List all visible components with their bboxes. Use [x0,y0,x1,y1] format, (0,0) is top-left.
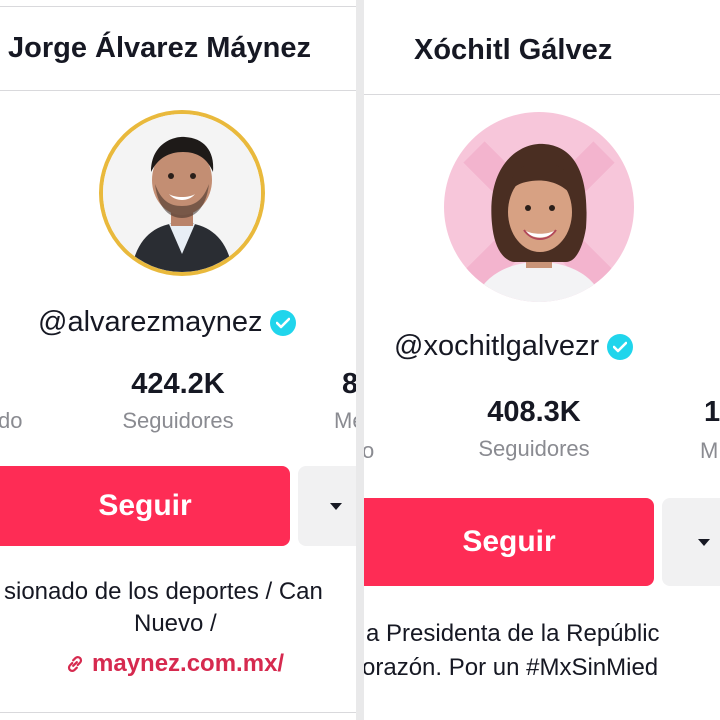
profile-link[interactable]: maynez.com.mx/ [64,650,284,678]
likes-label-fragment: Me [334,408,356,433]
following-label-fragment: do [0,408,23,433]
avatar[interactable] [99,110,265,276]
following-label-fragment: o [364,438,375,463]
profile-handle: @alvarezmaynez [38,306,263,338]
bio-line-1: sionado de los deportes / Can [4,578,323,605]
followers-label[interactable]: Seguidores [444,436,624,462]
more-options-button[interactable] [298,466,356,546]
profile-name: Xóchitl Gálvez [414,34,613,66]
avatar-photo [444,112,634,302]
top-divider [0,6,356,7]
followers-label[interactable]: Seguidores [88,408,268,434]
likes-count-fragment: 1 [704,396,720,428]
verified-check-icon [607,333,634,360]
handle-row: @xochitlgalvezr [394,330,634,363]
bio-line-2: orazón. Por un #MxSinMied [364,654,659,681]
handle-row: @alvarezmaynez [38,306,297,339]
profile-panel-right: Xóchitl Gálvez @xochitlgalvezr o 408.3K … [364,0,720,720]
likes-label-fragment: M [700,438,719,463]
follow-button[interactable]: Seguir [364,498,654,586]
follow-button[interactable]: Seguir [0,466,290,546]
verified-check-icon [270,309,297,336]
profile-handle: @xochitlgalvezr [394,330,600,362]
bio-line-1: a Presidenta de la Repúblic [366,620,660,647]
header-divider [0,90,356,91]
header-divider [364,94,720,95]
avatar-photo [103,114,261,272]
more-options-button[interactable] [662,498,720,586]
profile-link-text[interactable]: maynez.com.mx/ [92,650,284,678]
caret-down-icon [698,538,710,546]
avatar[interactable] [444,112,634,302]
profile-name: Jorge Álvarez Máynez [8,32,312,64]
followers-count[interactable]: 408.3K [444,396,624,429]
likes-count-fragment: 8 [342,368,356,400]
bio-line-2: Nuevo / [134,610,217,637]
bottom-divider [0,712,356,713]
link-chain-icon [67,656,83,672]
followers-count[interactable]: 424.2K [88,368,268,401]
caret-down-icon [330,502,342,510]
profile-panel-left: Jorge Álvarez Máynez @alvarezmaynez do 4… [0,0,356,720]
